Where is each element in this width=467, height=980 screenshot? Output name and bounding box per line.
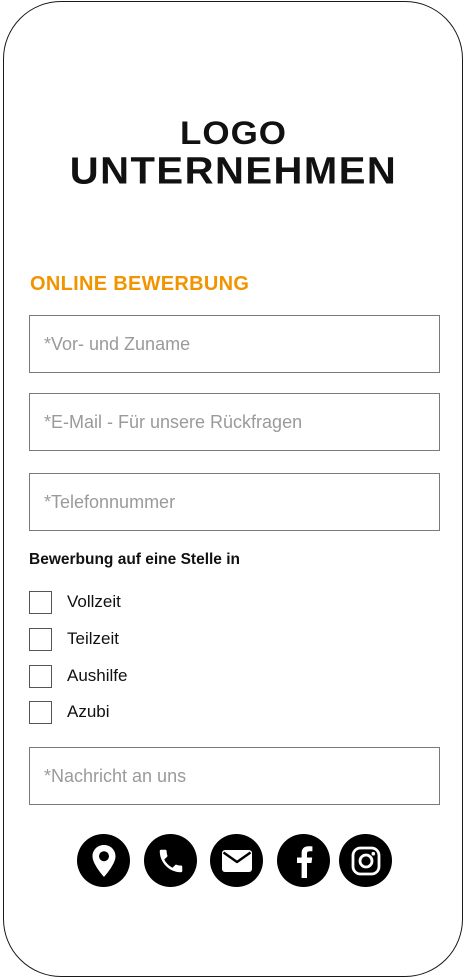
checkbox-vollzeit[interactable] bbox=[29, 590, 52, 614]
phone-button[interactable] bbox=[144, 834, 197, 887]
location-button[interactable] bbox=[77, 834, 130, 887]
company-logo-line-1: LOGO bbox=[179, 115, 288, 152]
email-input[interactable] bbox=[29, 393, 440, 451]
facebook-button[interactable] bbox=[277, 834, 330, 887]
option-label-vollzeit: Vollzeit bbox=[67, 592, 121, 611]
checkbox-teilzeit[interactable] bbox=[29, 627, 52, 651]
position-group-label: Bewerbung auf eine Stelle in bbox=[29, 551, 241, 568]
option-azubi[interactable]: Azubi bbox=[29, 700, 110, 724]
phone-input[interactable] bbox=[29, 473, 440, 531]
form-title: ONLINE BEWERBUNG bbox=[30, 273, 250, 295]
option-teilzeit[interactable]: Teilzeit bbox=[29, 627, 119, 651]
option-label-aushilfe: Aushilfe bbox=[67, 666, 128, 685]
company-logo-line-2: UNTERNEHMEN bbox=[69, 150, 398, 192]
mail-icon bbox=[221, 849, 252, 872]
option-label-azubi: Azubi bbox=[67, 702, 110, 721]
phone-icon bbox=[159, 849, 182, 872]
instagram-icon bbox=[351, 846, 380, 875]
checkbox-aushilfe[interactable] bbox=[29, 664, 52, 688]
location-icon bbox=[92, 844, 115, 877]
facebook-icon bbox=[296, 845, 312, 878]
mail-button[interactable] bbox=[210, 834, 263, 887]
option-aushilfe[interactable]: Aushilfe bbox=[29, 664, 127, 688]
option-vollzeit[interactable]: Vollzeit bbox=[29, 590, 121, 614]
option-label-teilzeit: Teilzeit bbox=[67, 629, 119, 648]
message-input[interactable] bbox=[29, 747, 440, 805]
instagram-button[interactable] bbox=[339, 834, 392, 887]
name-input[interactable] bbox=[29, 315, 440, 373]
checkbox-azubi[interactable] bbox=[29, 700, 52, 724]
